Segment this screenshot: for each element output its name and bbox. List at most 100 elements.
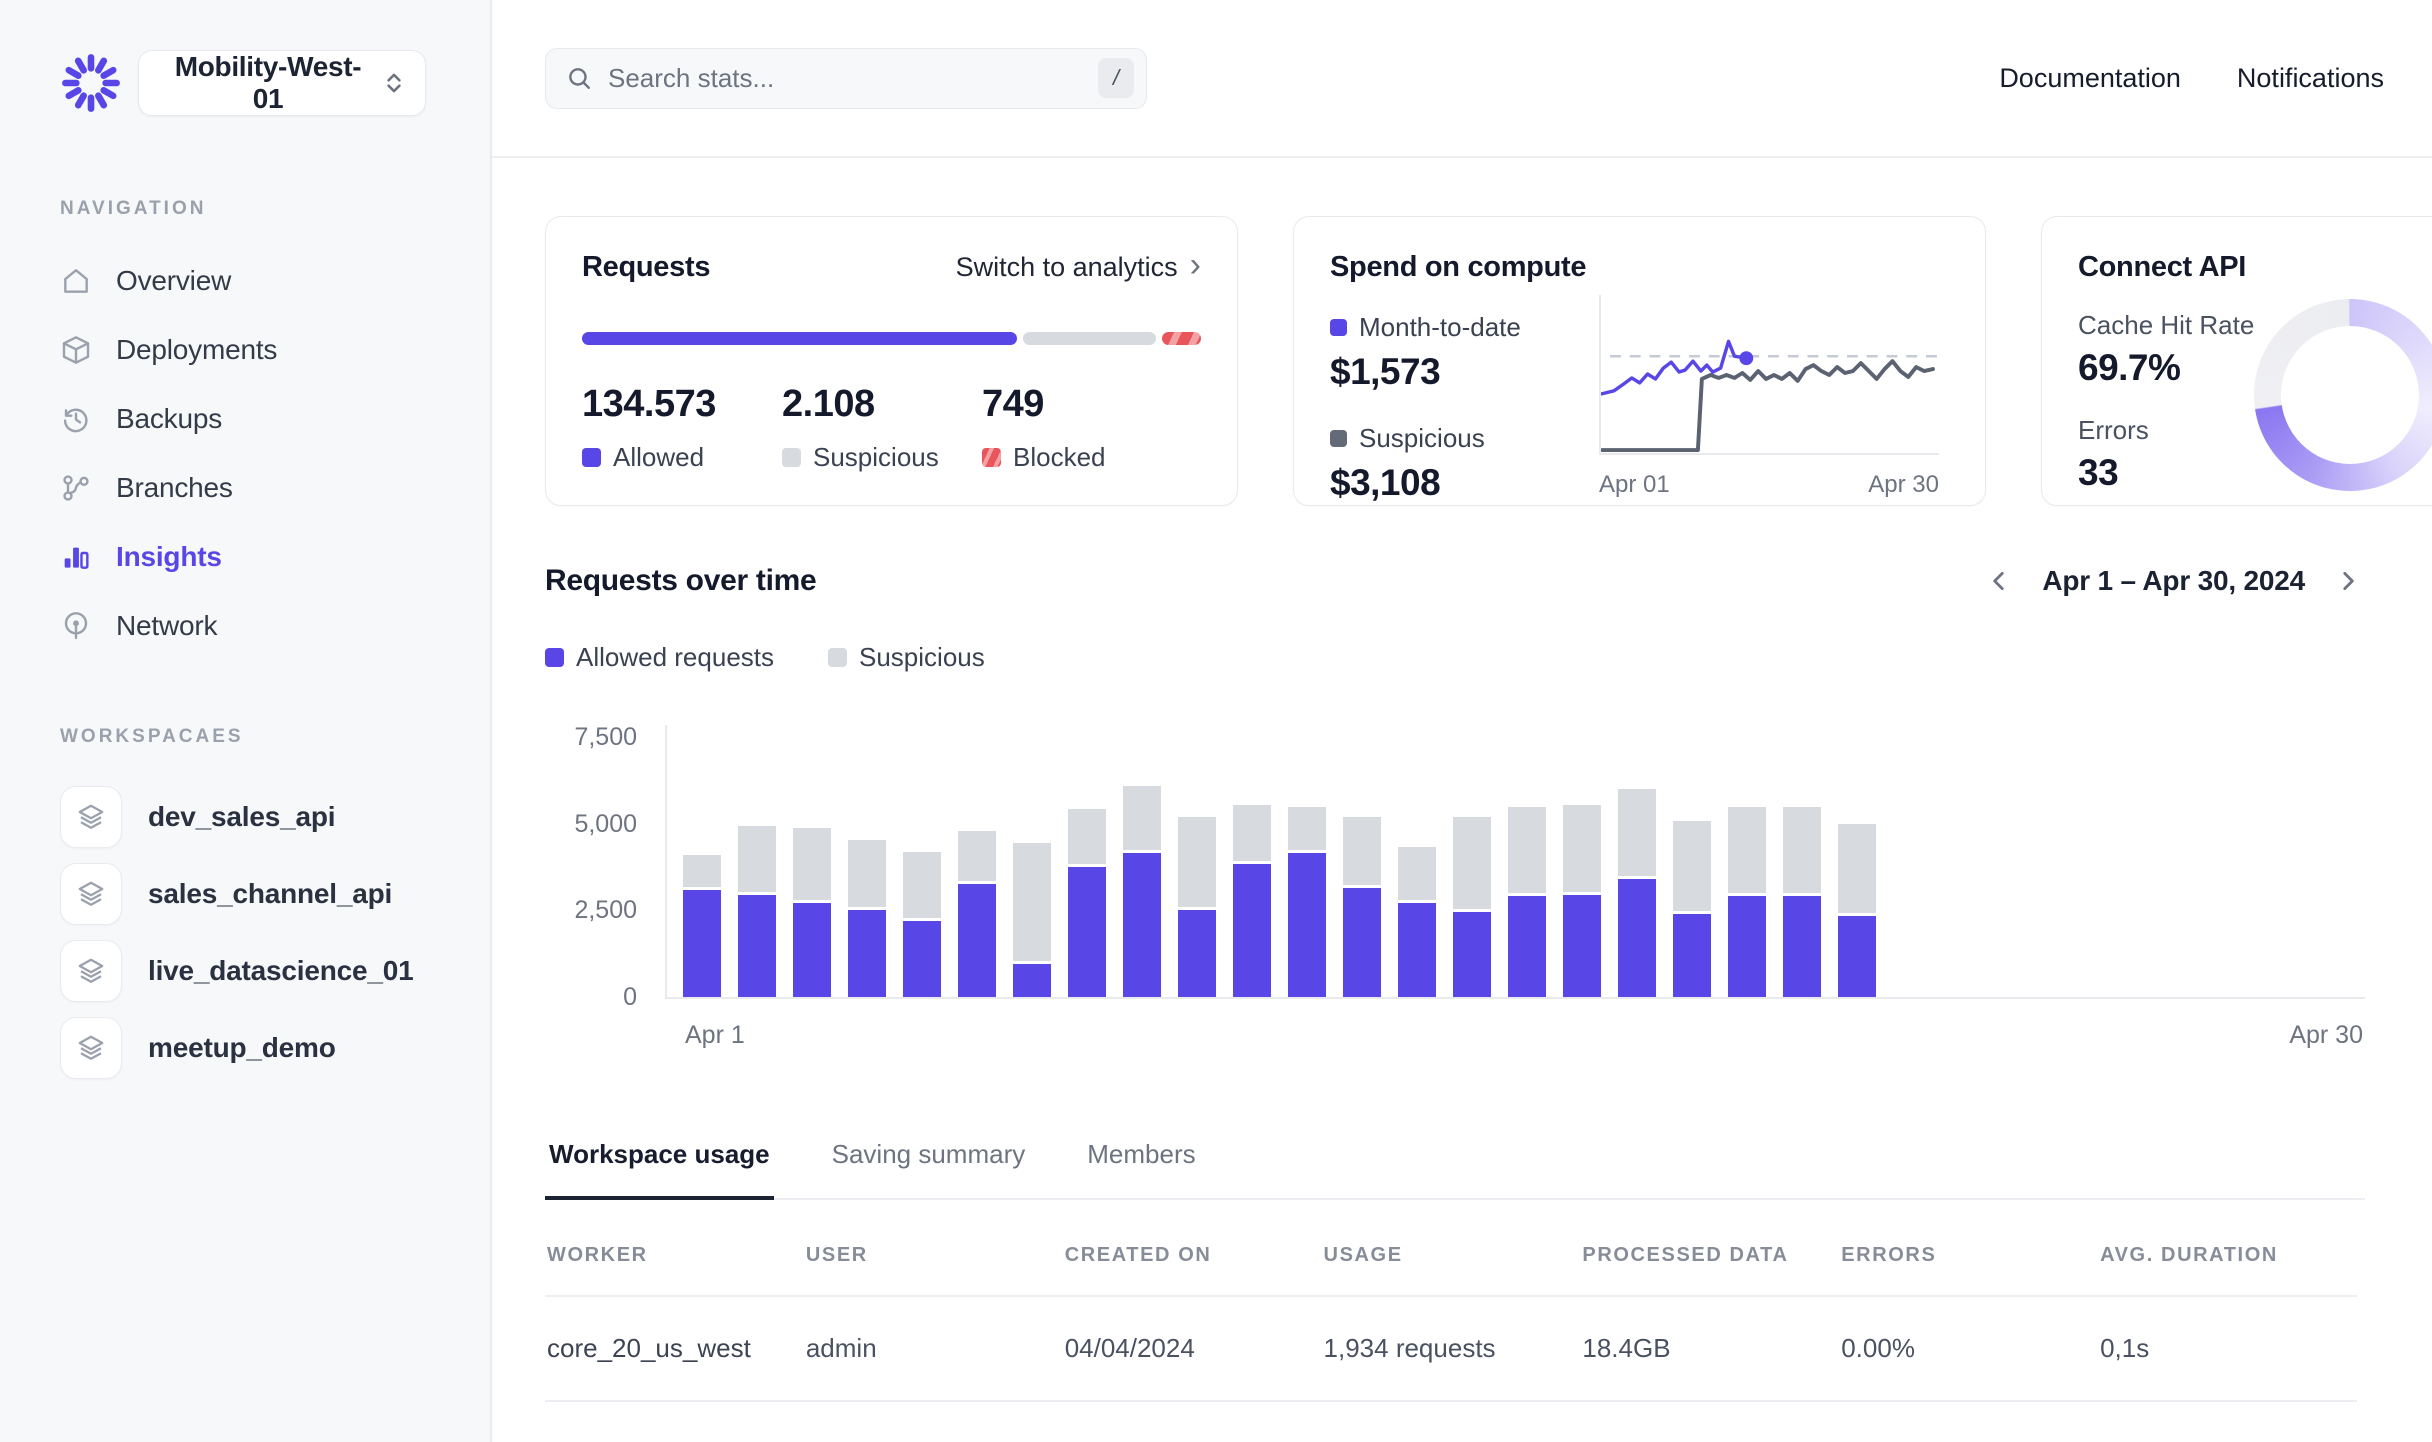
stat-label: Allowed <box>613 442 704 473</box>
bar-apr-21 <box>1783 723 1821 997</box>
layers-icon <box>60 786 122 848</box>
bar-allowed-segment <box>1343 888 1381 997</box>
sidebar-item-label: Overview <box>116 265 231 297</box>
bar-apr-18 <box>1618 723 1656 997</box>
top-header: / Documentation Notifications <box>492 0 2432 158</box>
bar-allowed-segment <box>958 884 996 997</box>
table-cell: 04/04/2024 <box>1063 1296 1322 1401</box>
switch-to-analytics-link[interactable]: Switch to analytics › <box>956 252 1201 283</box>
tab-bar: Workspace usage Saving summary Members <box>545 1137 2365 1200</box>
legend-item-suspicious: Suspicious <box>828 642 985 673</box>
y-tick-label: 5,000 <box>545 810 637 839</box>
backups-icon <box>60 403 92 435</box>
bar-suspicious-segment <box>1673 821 1711 911</box>
chevron-up-down-icon <box>381 70 407 96</box>
requests-bar-chart: 02,5005,0007,500 Apr 1 Apr 30 <box>545 725 2365 1071</box>
sidebar-item-overview[interactable]: Overview <box>60 246 462 315</box>
cache-hit-donut-chart <box>2254 299 2432 491</box>
bar-suspicious-segment <box>1783 807 1821 894</box>
chevron-right-icon <box>2335 568 2361 594</box>
table-cell: 0.00% <box>1839 1296 2098 1401</box>
header-links: Documentation Notifications <box>1999 63 2384 94</box>
sidebar-workspace-dev-sales-api[interactable]: dev_sales_api <box>60 778 462 855</box>
bar-suspicious-segment <box>1728 807 1766 894</box>
header-link-documentation[interactable]: Documentation <box>1999 63 2181 94</box>
bar-suspicious-segment <box>1288 807 1326 850</box>
header-link-notifications[interactable]: Notifications <box>2237 63 2384 94</box>
sidebar-workspace-live-datascience-01[interactable]: live_datascience_01 <box>60 932 462 1009</box>
chart-plot-area <box>665 725 2365 999</box>
bar-suspicious-segment <box>683 855 721 886</box>
home-icon <box>60 265 92 297</box>
layers-icon <box>60 863 122 925</box>
spend-stat-label: Suspicious <box>1359 423 1485 454</box>
sidebar-item-label: Network <box>116 610 217 642</box>
bar-allowed-segment <box>1233 864 1271 997</box>
bar-suspicious-segment <box>1618 789 1656 876</box>
bar-suspicious-segment <box>1453 817 1491 909</box>
table-row[interactable]: core_20_us_westadmin04/04/20241,934 requ… <box>545 1296 2357 1401</box>
allowed-swatch-icon <box>1330 319 1347 336</box>
chart-legend: Allowed requests Suspicious <box>545 642 2365 673</box>
search-input[interactable] <box>608 63 1082 94</box>
requests-progress-bar <box>582 332 1201 345</box>
search-box[interactable]: / <box>545 48 1147 109</box>
bar-suspicious-segment <box>1508 807 1546 894</box>
bar-apr-8 <box>1068 723 1106 997</box>
bar-apr-2 <box>738 723 776 997</box>
sidebar-item-label: Branches <box>116 472 233 504</box>
date-range-pager: Apr 1 – Apr 30, 2024 <box>1982 564 2365 598</box>
bar-apr-16 <box>1508 723 1546 997</box>
table-cell: 0,1s <box>2098 1296 2357 1401</box>
allowed-swatch-icon <box>545 648 564 667</box>
nav-list: Overview DeploymentsBackups Branches Insigh… <box>60 246 462 660</box>
sidebar-workspace-sales-channel-api[interactable]: sales_channel_api <box>60 855 462 932</box>
main-area: / DocumentationNotifications Requests Sw… <box>492 0 2432 1442</box>
bar-allowed-segment <box>738 895 776 997</box>
sidebar-item-insights[interactable]: Insights <box>60 522 462 591</box>
sidebar-item-label: Insights <box>116 541 222 573</box>
bar-suspicious-segment <box>848 840 886 908</box>
bar-allowed-segment <box>1673 914 1711 997</box>
sidebar-workspace-meetup-demo[interactable]: meetup_demo <box>60 1009 462 1086</box>
bar-apr-9 <box>1123 723 1161 997</box>
sidebar-item-branches[interactable]: Branches <box>60 453 462 522</box>
bar-allowed-segment <box>683 890 721 997</box>
bar-suspicious-segment <box>738 826 776 892</box>
bar-apr-15 <box>1453 723 1491 997</box>
next-range-button[interactable] <box>2331 564 2365 598</box>
bar-apr-4 <box>848 723 886 997</box>
table-cell: 0,05s <box>2098 1401 2357 1442</box>
x-axis-start-label: Apr 1 <box>685 1021 745 1050</box>
table-cell: core_40_us_east <box>545 1401 804 1442</box>
stat-legend: Allowed <box>582 442 782 473</box>
workspace-name: live_datascience_01 <box>148 955 414 987</box>
sidebar-item-network[interactable]: Network <box>60 591 462 660</box>
bar-apr-19 <box>1673 723 1711 997</box>
switch-to-analytics-label: Switch to analytics <box>956 252 1178 283</box>
spend-card-title: Spend on compute <box>1330 251 1949 284</box>
chevron-left-icon <box>1986 568 2012 594</box>
tab-saving-summary[interactable]: Saving summary <box>828 1139 1030 1200</box>
suspicious-swatch-icon <box>782 448 801 467</box>
bar-suspicious-segment <box>1013 843 1051 961</box>
tab-members[interactable]: Members <box>1083 1139 1199 1200</box>
table-cell: admin <box>804 1296 1063 1401</box>
table-cell: core_20_us_west <box>545 1296 804 1401</box>
legend-label: Allowed requests <box>576 642 774 673</box>
previous-range-button[interactable] <box>1982 564 2016 598</box>
workspace-selector[interactable]: Mobility-West-01 <box>138 50 426 116</box>
stat-value: 134.573 <box>582 383 782 426</box>
table-cell: 18.4GB <box>1580 1296 1839 1401</box>
date-range-label: Apr 1 – Apr 30, 2024 <box>2042 565 2305 597</box>
bar-allowed-segment <box>848 910 886 997</box>
sidebar-item-deployments[interactable]: Deployments <box>60 315 462 384</box>
sidebar-item-backups[interactable]: Backups <box>60 384 462 453</box>
bar-allowed-segment <box>1783 896 1821 997</box>
bar-allowed-segment <box>1563 895 1601 997</box>
tab-workspace-usage[interactable]: Workspace usage <box>545 1139 774 1200</box>
table-cell: 0.03% <box>1839 1401 2098 1442</box>
table-row[interactable]: core_40_us_eastadmin03/04/20247,985 requ… <box>545 1401 2357 1442</box>
bar-allowed-segment <box>1288 853 1326 997</box>
bar-apr-20 <box>1728 723 1766 997</box>
